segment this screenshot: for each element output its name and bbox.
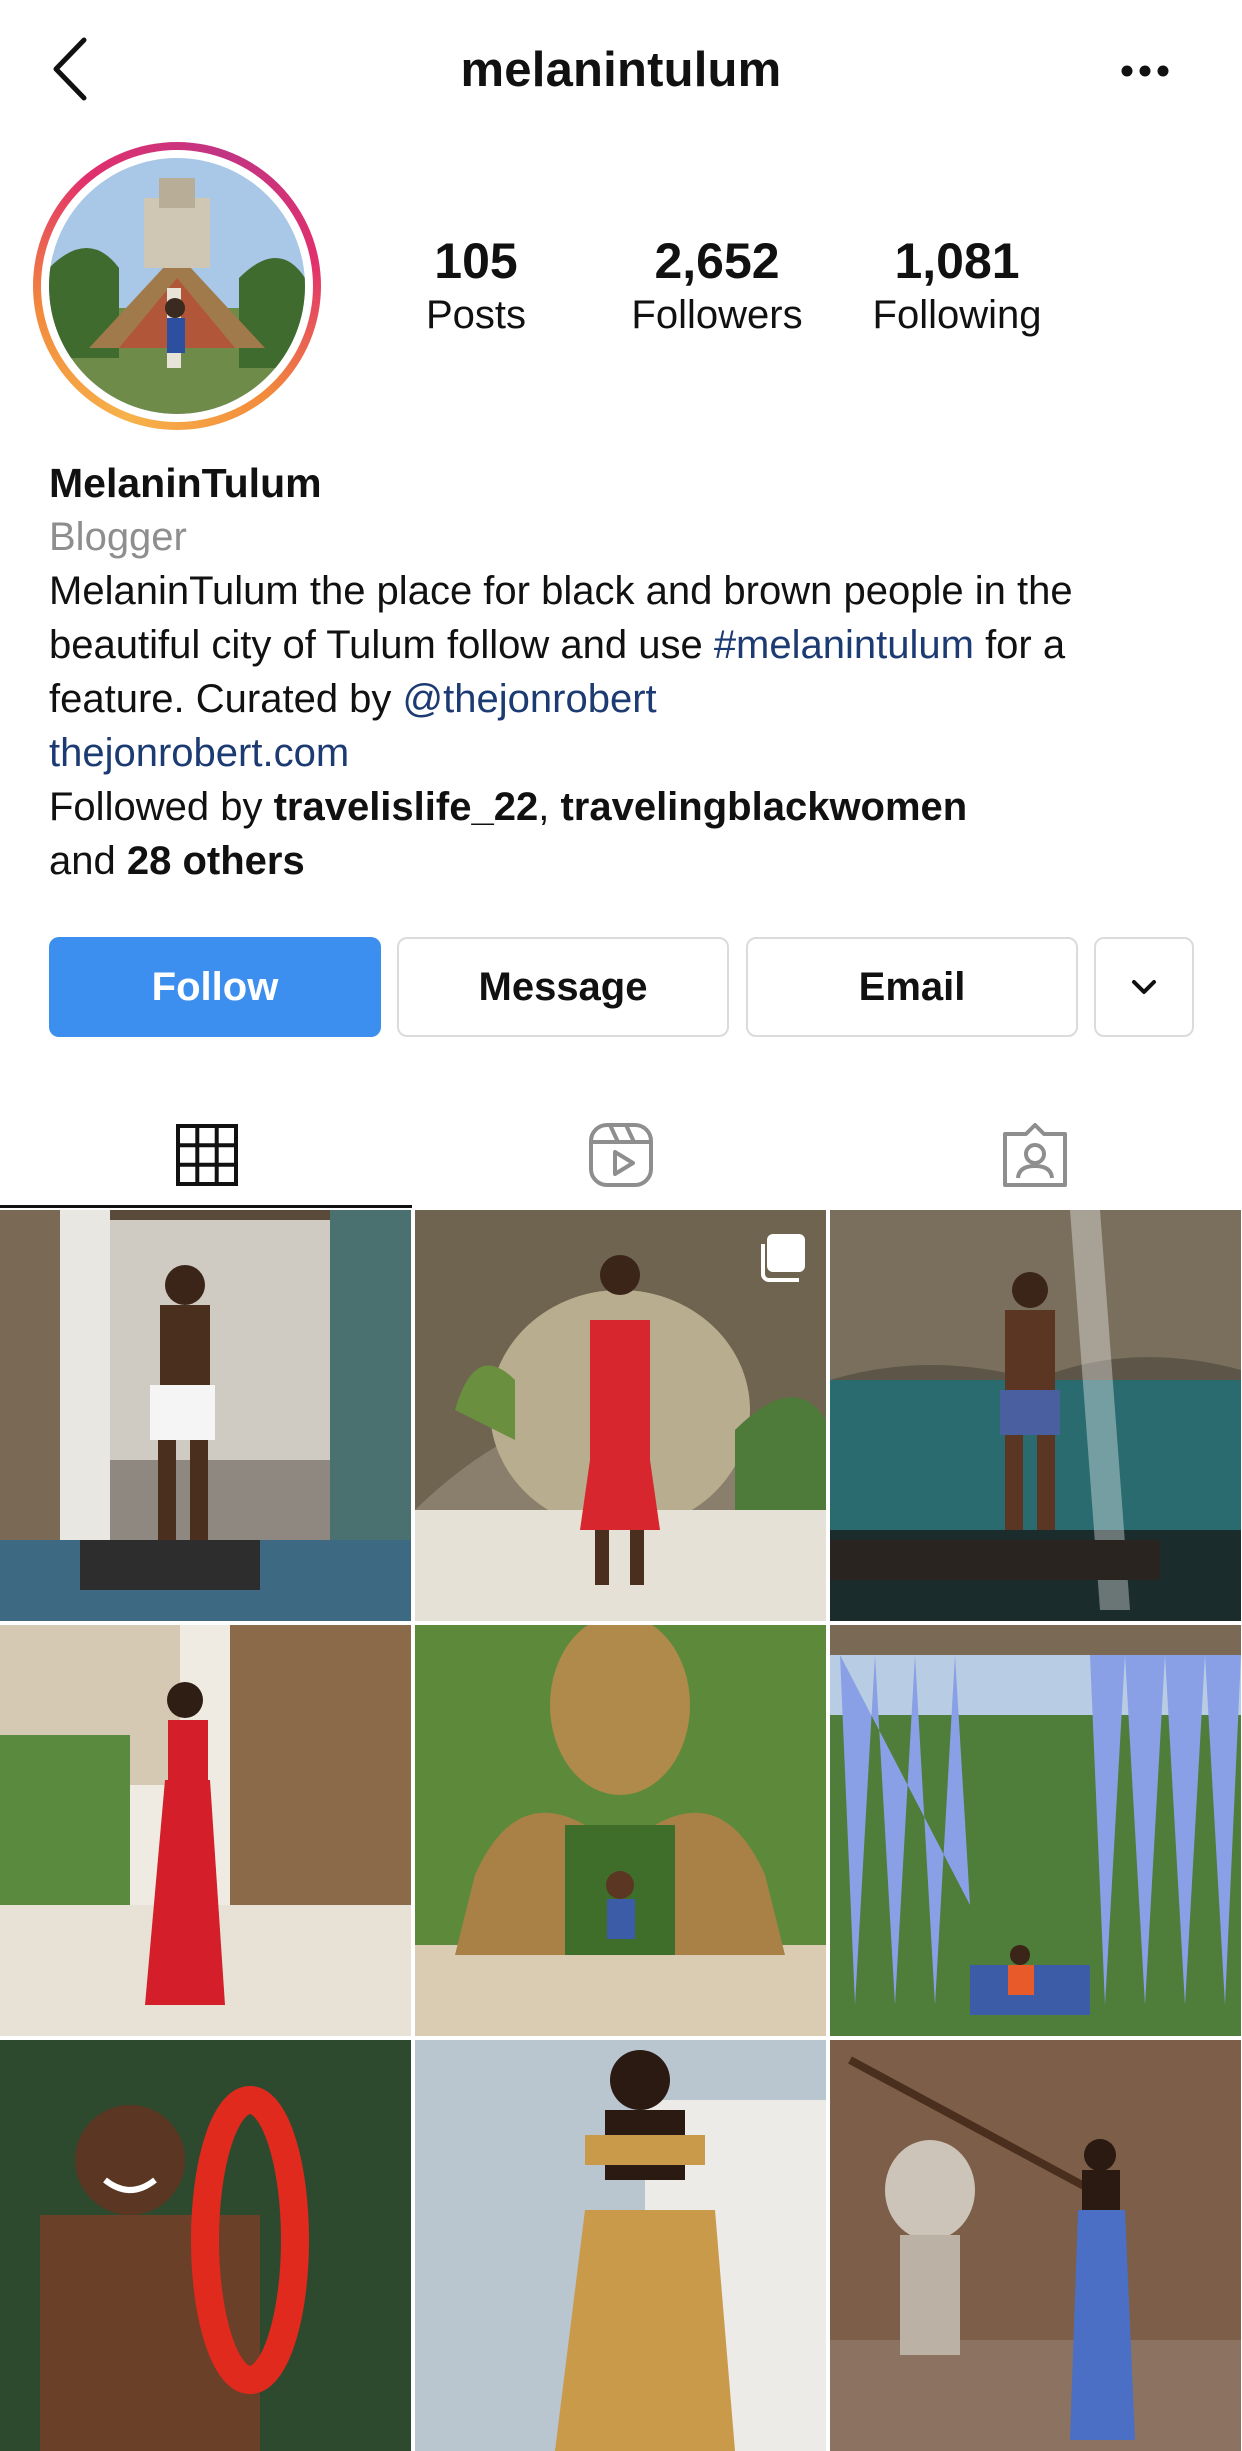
profile-name: MelaninTulum (49, 460, 322, 506)
suggestions-button[interactable] (1094, 937, 1194, 1037)
post-thumbnail[interactable] (0, 1210, 411, 1621)
following-label: Following (872, 293, 1042, 337)
mention-link[interactable]: @thejonrobert (403, 677, 657, 721)
active-tab-indicator (0, 1205, 412, 1208)
avatar[interactable] (49, 158, 305, 414)
followers-count: 2,652 (654, 233, 780, 289)
website-link[interactable]: thejonrobert.com (49, 726, 1209, 780)
following-count: 1,081 (894, 233, 1020, 289)
posts-count: 105 (434, 233, 518, 289)
followed-by-user[interactable]: travelingblackwomen (560, 785, 967, 829)
bio-text: MelaninTulum the place for black and bro… (49, 569, 1073, 721)
post-thumbnail[interactable] (415, 2040, 826, 2451)
post-thumbnail[interactable] (830, 1210, 1241, 1621)
post-thumbnail[interactable] (830, 2040, 1241, 2451)
followed-by-others[interactable]: and 28 others (49, 834, 1209, 888)
followed-by[interactable]: Followed by travelislife_22, travelingbl… (49, 780, 1209, 834)
carousel-icon (761, 1234, 805, 1282)
followers-label: Followers (631, 293, 803, 337)
grid-icon (176, 1124, 238, 1186)
tab-posts-grid[interactable] (0, 1100, 414, 1210)
tab-reels[interactable] (414, 1100, 828, 1210)
followers-stat[interactable]: 2,652 Followers (607, 232, 827, 340)
tagged-icon (1003, 1123, 1067, 1187)
more-horizontal-icon[interactable] (1120, 64, 1170, 78)
email-button[interactable]: Email (746, 937, 1078, 1037)
page-title: melanintulum (460, 43, 782, 97)
post-thumbnail[interactable] (415, 1210, 826, 1621)
post-thumbnail[interactable] (830, 1625, 1241, 2036)
hashtag-link[interactable]: #melanintulum (714, 623, 974, 667)
follow-button[interactable]: Follow (49, 937, 381, 1037)
post-thumbnail[interactable] (0, 1625, 411, 2036)
message-button[interactable]: Message (397, 937, 729, 1037)
followed-by-user[interactable]: travelislife_22 (274, 785, 539, 829)
posts-stat[interactable]: 105 Posts (366, 232, 586, 340)
bio-section: MelaninTulum Blogger MelaninTulum the pl… (49, 456, 1209, 888)
tab-tagged[interactable] (828, 1100, 1242, 1210)
post-thumbnail[interactable] (0, 2040, 411, 2451)
posts-label: Posts (425, 293, 527, 337)
profile-category: Blogger (49, 515, 187, 559)
chevron-down-icon (1132, 980, 1156, 994)
following-stat[interactable]: 1,081 Following (847, 232, 1067, 340)
reels-icon (589, 1123, 653, 1187)
post-thumbnail[interactable] (415, 1625, 826, 2036)
